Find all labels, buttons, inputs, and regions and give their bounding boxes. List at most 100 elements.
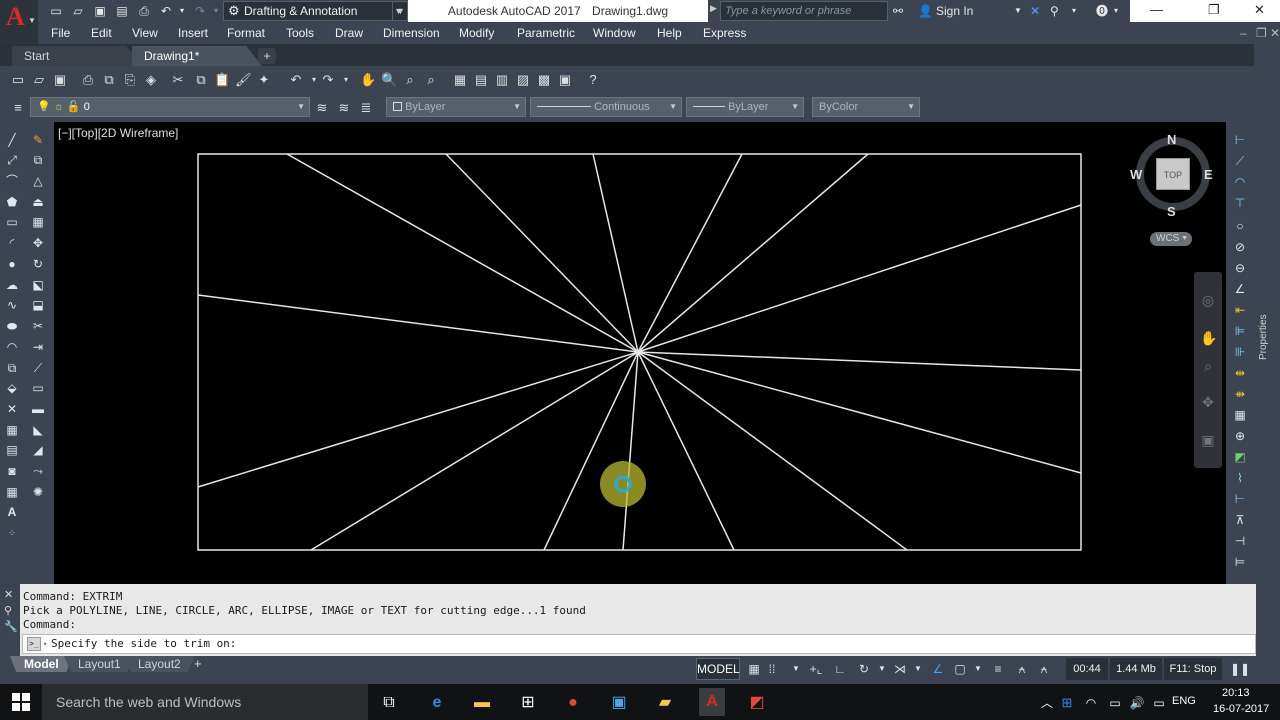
line[interactable] <box>445 153 639 353</box>
layer-state-icon[interactable]: ≣ <box>358 100 374 116</box>
ellipse-arc-icon[interactable]: ◠ <box>4 339 20 355</box>
expand-search-icon[interactable]: ▶ <box>710 3 717 14</box>
customize-qat-button[interactable]: ▼ <box>392 1 408 21</box>
line[interactable] <box>592 153 639 353</box>
exchange-apps-icon[interactable]: ✕ <box>1030 3 1040 19</box>
redo-dropdown-icon[interactable]: ▾ <box>208 3 224 19</box>
menu-parametric[interactable]: Parametric <box>517 26 575 40</box>
dimension-break-icon[interactable]: ⇻ <box>1232 386 1248 402</box>
line[interactable] <box>637 351 1082 474</box>
layer-dropdown[interactable]: 💡 ☼ 🔓 0 ▼ <box>30 97 310 117</box>
add-selected-icon[interactable]: ⁘ <box>4 525 20 541</box>
break-at-point-icon[interactable]: ⟋ <box>30 360 46 376</box>
menu-format[interactable]: Format <box>227 26 265 40</box>
task-view-icon[interactable]: ⧉ <box>378 692 400 714</box>
baseline-dimension-icon[interactable]: ⊫ <box>1232 323 1248 339</box>
table-icon[interactable]: ▦ <box>4 484 20 500</box>
save-icon[interactable]: ▣ <box>52 72 68 88</box>
connect-icon[interactable]: ⚲ <box>1050 3 1059 19</box>
viewcube-top-face[interactable]: TOP <box>1156 158 1190 190</box>
viewport-controls[interactable]: [−][Top][2D Wireframe] <box>58 126 178 140</box>
doc-close-icon[interactable]: ✕ <box>1270 26 1280 40</box>
explode-icon[interactable]: ✺ <box>30 484 46 500</box>
notifications-icon[interactable]: ▭ <box>1148 692 1170 714</box>
zoom-previous-icon[interactable]: ⌕ <box>423 72 439 88</box>
redo-dropdown-icon[interactable]: ▾ <box>338 72 354 88</box>
paste-icon[interactable]: 📋 <box>214 72 230 88</box>
open-icon[interactable]: ▱ <box>70 3 86 19</box>
windows-start-icon[interactable] <box>12 693 30 711</box>
settings-icon[interactable]: ⚲ <box>4 604 12 617</box>
showmotion-icon[interactable]: ▣ <box>1200 432 1216 448</box>
join-icon[interactable]: ▬ <box>30 401 46 417</box>
plot-icon[interactable]: ⎙ <box>80 72 96 88</box>
region-icon[interactable]: ◙ <box>4 463 20 479</box>
minimize-icon[interactable]: — <box>1150 2 1163 17</box>
qnew-icon[interactable]: ▭ <box>10 72 26 88</box>
line[interactable] <box>637 351 1082 371</box>
stretch-icon[interactable]: ⬓ <box>30 297 46 313</box>
quick-dimension-icon[interactable]: ⇤ <box>1232 302 1248 318</box>
continue-dimension-icon[interactable]: ⊪ <box>1232 344 1248 360</box>
connect-dropdown-icon[interactable]: ▾ <box>1072 3 1076 19</box>
make-current-icon[interactable]: ≋ <box>314 100 330 116</box>
new-layout-button[interactable]: + <box>194 656 202 671</box>
insert-block-icon[interactable]: ⧉ <box>4 360 20 376</box>
match-properties-icon[interactable]: 🖌 <box>235 72 252 88</box>
menu-window[interactable]: Window <box>593 26 636 40</box>
lineweight-display-icon[interactable]: ≡ <box>990 661 1006 677</box>
taskbar-search-input[interactable]: Search the web and Windows <box>42 684 368 720</box>
fillet-icon[interactable]: ◢ <box>30 442 46 458</box>
layer-previous-icon[interactable]: ≋ <box>336 100 352 116</box>
zoom-window-icon[interactable]: ⌕ <box>402 72 418 88</box>
line[interactable] <box>622 351 639 551</box>
publish-icon[interactable]: ⎘ <box>122 72 138 88</box>
menu-file[interactable]: File <box>51 26 70 40</box>
line[interactable] <box>637 351 735 551</box>
radius-dimension-icon[interactable]: ○ <box>1232 218 1248 234</box>
wcs-menu[interactable]: WCS ▼ <box>1150 232 1192 246</box>
linear-dimension-icon[interactable]: ⊢ <box>1232 132 1248 148</box>
mirror-icon[interactable]: △ <box>30 173 46 189</box>
aligned-dimension-icon[interactable]: ⟋ <box>1232 153 1248 169</box>
properties-palette-label[interactable]: Properties <box>1258 314 1269 360</box>
inspection-icon[interactable]: ◩ <box>1232 449 1248 465</box>
autocad-taskbar-icon[interactable]: A <box>699 688 725 716</box>
compass-south[interactable]: S <box>1167 204 1176 219</box>
wifi-icon[interactable]: ◠ <box>1080 692 1102 714</box>
tab-model[interactable]: Model <box>10 656 73 672</box>
compass-west[interactable]: W <box>1130 167 1142 182</box>
help-search-input[interactable]: Type a keyword or phrase <box>720 1 888 21</box>
object-snap-tracking-icon[interactable]: ∠ <box>930 661 946 677</box>
plot-preview-icon[interactable]: ⧉ <box>101 72 117 88</box>
undo-icon[interactable]: ↶ <box>158 3 174 19</box>
ordinate-dimension-icon[interactable]: ⊤ <box>1232 195 1248 211</box>
show-hidden-icons[interactable]: ︿ <box>1036 692 1058 714</box>
line[interactable] <box>637 153 869 353</box>
compass-north[interactable]: N <box>1167 132 1176 147</box>
dimension-style-icon[interactable]: ⊨ <box>1232 554 1248 570</box>
trim-icon[interactable]: ✂ <box>30 318 46 334</box>
diameter-dimension-icon[interactable]: ⊖ <box>1232 260 1248 276</box>
application-menu-button[interactable]: A ▼ <box>0 0 38 44</box>
color-dropdown[interactable]: ByLayer ▼ <box>386 97 526 117</box>
pan-icon[interactable]: ✋ <box>360 72 376 88</box>
markup-icon[interactable]: ▩ <box>536 72 552 88</box>
drawing-geometry[interactable] <box>54 122 1226 584</box>
make-block-icon[interactable]: ⬙ <box>4 380 20 396</box>
save-as-icon[interactable]: ▤ <box>114 3 130 19</box>
help-dropdown-icon[interactable]: ▾ <box>1114 3 1118 19</box>
object-snap-icon[interactable]: ▢ <box>952 661 968 677</box>
tab-layout1[interactable]: Layout1 <box>64 656 135 672</box>
properties-icon[interactable]: ▦ <box>452 72 468 88</box>
layer-properties-icon[interactable]: ≡ <box>10 100 26 116</box>
chamfer-icon[interactable]: ◣ <box>30 422 46 438</box>
folder-icon[interactable]: ▰ <box>654 692 676 714</box>
jogged-linear-icon[interactable]: ⌇ <box>1232 470 1248 486</box>
save-icon[interactable]: ▣ <box>92 3 108 19</box>
compass-east[interactable]: E <box>1204 167 1213 182</box>
recorder-icon[interactable]: ◩ <box>746 692 768 714</box>
lineweight-dropdown[interactable]: ByLayer ▼ <box>686 97 804 117</box>
linetype-dropdown[interactable]: Continuous ▼ <box>530 97 682 117</box>
line[interactable] <box>197 351 639 488</box>
